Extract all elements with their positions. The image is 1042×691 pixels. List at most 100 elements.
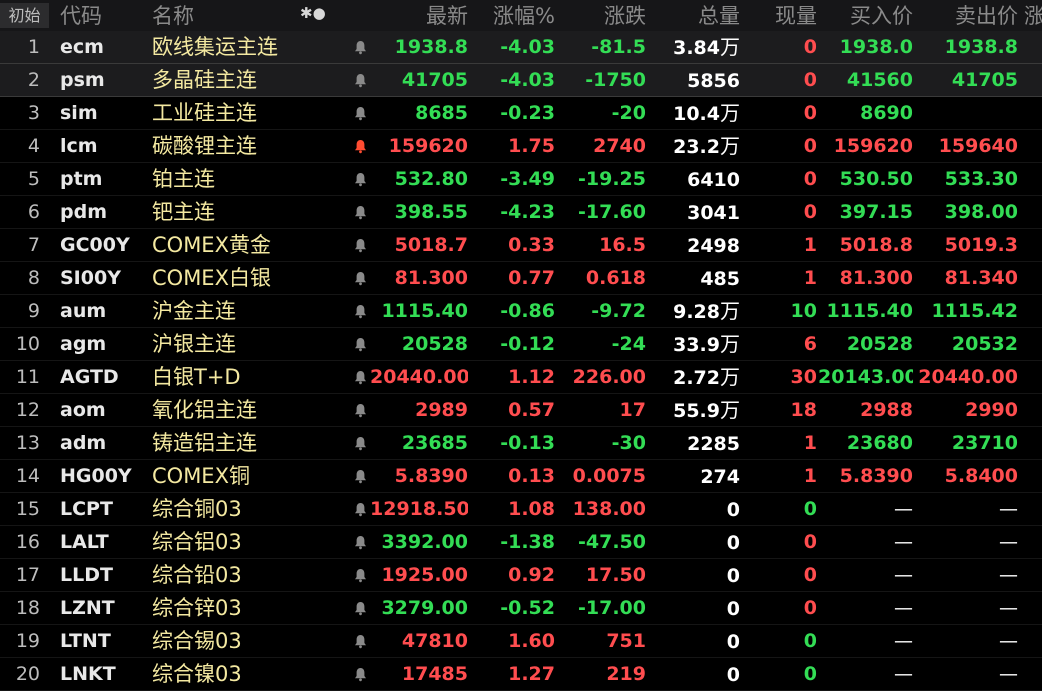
bell-icon[interactable] <box>348 427 372 460</box>
row-name: 钯主连 <box>152 200 215 224</box>
row-bid: 5.8390 <box>839 465 913 487</box>
bell-icon[interactable] <box>348 394 372 427</box>
table-row[interactable]: 11 AGTD 白银T+D 20440.00 1.12 226.00 2.72万 30 2014… <box>0 361 1042 394</box>
row-change-pct: -4.03 <box>500 36 555 58</box>
col-header-pct[interactable]: 涨幅% <box>468 2 555 30</box>
col-header-ask[interactable]: 卖出价 <box>918 2 1018 30</box>
col-header-name[interactable]: 名称 <box>152 2 252 30</box>
bell-icon[interactable] <box>348 592 372 625</box>
row-index: 2 <box>27 69 40 91</box>
row-code: LZNT <box>60 597 115 619</box>
bell-icon[interactable] <box>348 130 372 163</box>
col-header-cur[interactable]: 现量 <box>745 2 817 30</box>
bell-icon[interactable] <box>348 31 372 64</box>
row-code: GC00Y <box>60 234 130 256</box>
row-change: 226.00 <box>572 366 646 388</box>
table-row[interactable]: 14 HG00Y COMEX铜 5.8390 0.13 0.0075 274 1 5.8390 5… <box>0 460 1042 493</box>
bell-icon[interactable] <box>348 658 372 691</box>
col-header-code[interactable]: 代码 <box>60 2 140 30</box>
row-price: 159620 <box>388 135 468 157</box>
table-row[interactable]: 4 lcm 碳酸锂主连 159620 1.75 2740 23.2万 0 159620 15964… <box>0 130 1042 163</box>
row-bid: — <box>894 498 913 520</box>
bell-icon[interactable] <box>348 229 372 262</box>
row-volume-value: 0 <box>726 532 740 554</box>
bell-icon[interactable] <box>348 493 372 526</box>
table-row[interactable]: 18 LZNT 综合锌03 3279.00 -0.52 -17.00 0 0 — — <box>0 592 1042 625</box>
row-volume-unit: 万 <box>720 332 740 356</box>
bell-icon[interactable] <box>348 262 372 295</box>
table-row[interactable]: 3 sim 工业硅主连 8685 -0.23 -20 10.4万 0 8690 <box>0 97 1042 130</box>
row-volume-value: 0 <box>726 664 740 686</box>
table-row[interactable]: 20 LNKT 综合镍03 17485 1.27 219 0 0 — — <box>0 658 1042 691</box>
row-index: 19 <box>15 630 40 652</box>
col-header-chg[interactable]: 涨跌 <box>556 2 646 30</box>
table-row[interactable]: 6 pdm 钯主连 398.55 -4.23 -17.60 3041 0 397.15 398.0… <box>0 196 1042 229</box>
bell-icon[interactable] <box>348 64 372 97</box>
bell-icon[interactable] <box>348 559 372 592</box>
col-header-extra[interactable]: 涨 <box>1024 2 1042 30</box>
row-bid: — <box>894 663 913 685</box>
row-change: -24 <box>611 333 646 355</box>
row-volume-value: 2285 <box>687 433 740 455</box>
row-volume-value: 23.2 <box>673 136 720 158</box>
row-current-volume: 1 <box>803 234 817 256</box>
col-header-price[interactable]: 最新 <box>370 2 468 30</box>
bell-icon[interactable] <box>348 328 372 361</box>
row-name: 氧化铝主连 <box>152 398 257 422</box>
table-row[interactable]: 10 agm 沪银主连 20528 -0.12 -24 33.9万 6 20528 20532 <box>0 328 1042 361</box>
bell-icon[interactable] <box>348 97 372 130</box>
bell-icon[interactable] <box>348 460 372 493</box>
row-name: 多晶硅主连 <box>152 68 257 92</box>
row-change: -47.50 <box>578 531 646 553</box>
row-code: psm <box>60 69 105 91</box>
table-row[interactable]: 16 LALT 综合铝03 3392.00 -1.38 -47.50 0 0 — — <box>0 526 1042 559</box>
col-header-bid[interactable]: 买入价 <box>818 2 913 30</box>
row-price: 12918.50 <box>370 498 468 520</box>
row-change: 751 <box>606 630 646 652</box>
row-code: LALT <box>60 531 109 553</box>
row-ask: — <box>999 597 1018 619</box>
row-code: lcm <box>60 135 98 157</box>
table-row[interactable]: 13 adm 铸造铝主连 23685 -0.13 -30 2285 1 23680 23710 <box>0 427 1042 460</box>
bell-icon[interactable] <box>348 163 372 196</box>
table-row[interactable]: 19 LTNT 综合锡03 47810 1.60 751 0 0 — — <box>0 625 1042 658</box>
row-ask: 23710 <box>951 432 1018 454</box>
row-volume: 2285 <box>650 427 740 460</box>
row-volume-unit: 万 <box>720 134 740 158</box>
table-row[interactable]: 5 ptm 铂主连 532.80 -3.49 -19.25 6410 0 530.50 533.3… <box>0 163 1042 196</box>
table-row[interactable]: 1 ecm 欧线集运主连 1938.8 -4.03 -81.5 3.84万 0 1938.0 19… <box>0 31 1042 64</box>
bell-icon[interactable] <box>348 526 372 559</box>
row-volume: 6410 <box>650 163 740 196</box>
row-change: 16.5 <box>599 234 646 256</box>
row-volume-value: 2.72 <box>673 367 720 389</box>
table-row[interactable]: 17 LLDT 综合铅03 1925.00 0.92 17.50 0 0 — — <box>0 559 1042 592</box>
table-row[interactable]: 15 LCPT 综合铜03 12918.50 1.08 138.00 0 0 — — <box>0 493 1042 526</box>
table-row[interactable]: 2 psm 多晶硅主连 41705 -4.03 -1750 5856 0 41560 41705 <box>0 64 1042 97</box>
row-volume: 274 <box>650 460 740 493</box>
row-bid: 8690 <box>860 102 913 124</box>
row-bid: 20143.00 <box>818 366 913 388</box>
bell-icon[interactable] <box>348 361 372 394</box>
initial-tag[interactable]: 初始 <box>0 3 49 28</box>
col-header-vol[interactable]: 总量 <box>650 2 740 30</box>
row-change: 138.00 <box>572 498 646 520</box>
row-bid: 1938.0 <box>839 36 913 58</box>
row-code: LNKT <box>60 663 116 685</box>
row-ask: 20440.00 <box>918 366 1018 388</box>
row-change-pct: -0.23 <box>500 102 555 124</box>
row-index: 10 <box>15 333 40 355</box>
row-price: 2989 <box>415 399 468 421</box>
table-row[interactable]: 12 aom 氧化铝主连 2989 0.57 17 55.9万 18 2988 2990 <box>0 394 1042 427</box>
row-volume: 3041 <box>650 196 740 229</box>
row-change-pct: -0.13 <box>500 432 555 454</box>
bell-icon[interactable] <box>348 295 372 328</box>
settings-icon[interactable]: ✱● <box>300 4 326 22</box>
table-row[interactable]: 9 aum 沪金主连 1115.40 -0.86 -9.72 9.28万 10 1115.40 1… <box>0 295 1042 328</box>
row-current-volume: 0 <box>803 201 817 223</box>
table-row[interactable]: 8 SI00Y COMEX白银 81.300 0.77 0.618 485 1 81.300 81… <box>0 262 1042 295</box>
row-bid: — <box>894 597 913 619</box>
bell-icon[interactable] <box>348 196 372 229</box>
bell-icon[interactable] <box>348 625 372 658</box>
table-row[interactable]: 7 GC00Y COMEX黄金 5018.7 0.33 16.5 2498 1 5018.8 50… <box>0 229 1042 262</box>
row-volume-value: 10.4 <box>673 103 720 125</box>
